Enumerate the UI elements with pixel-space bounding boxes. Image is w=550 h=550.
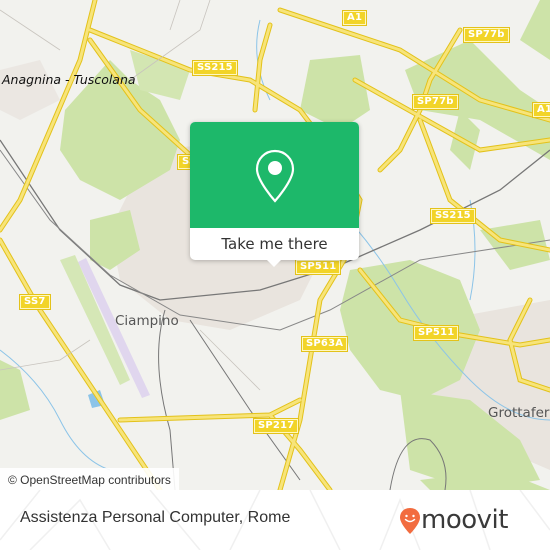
road-shield-sp77b: SP77b bbox=[463, 27, 510, 43]
popup-header bbox=[190, 122, 359, 228]
popup-pointer bbox=[265, 258, 283, 267]
road-shield-sp63a: SP63A bbox=[300, 336, 349, 352]
map-view[interactable]: Anagnina - Tuscolana Ciampino Grottaferr… bbox=[0, 0, 550, 490]
place-title: Assistenza Personal Computer, Rome bbox=[20, 509, 291, 526]
moovit-wordmark: moovit bbox=[421, 505, 508, 535]
footer-bar: Assistenza Personal Computer, Rome moovi… bbox=[0, 490, 550, 550]
road-shield-a1: A1 bbox=[341, 10, 368, 26]
minor-road bbox=[0, 9, 61, 51]
place-label-grottaferrata: Grottaferr bbox=[488, 405, 550, 421]
railway bbox=[158, 309, 176, 490]
park-area bbox=[520, 0, 550, 60]
urban-area bbox=[0, 60, 60, 120]
take-me-there-button[interactable]: Take me there bbox=[190, 228, 359, 260]
location-popup: Take me there bbox=[190, 122, 359, 267]
road-shield-sp511: SP511 bbox=[294, 259, 342, 275]
place-label-ciampino: Ciampino bbox=[115, 313, 179, 329]
road-shield-ss215: SS215 bbox=[192, 60, 238, 76]
road-shield-ss7: SS7 bbox=[19, 294, 51, 310]
moovit-smile-pin-icon bbox=[400, 508, 420, 534]
place-label-anagnina-tuscolana: Anagnina - Tuscolana bbox=[2, 72, 136, 87]
railway bbox=[189, 319, 301, 481]
park-area bbox=[340, 260, 480, 400]
minor-road bbox=[199, 329, 261, 391]
road-shield-sp217: SP217 bbox=[252, 418, 300, 434]
park-area bbox=[300, 55, 370, 130]
road-shield-sp77b: SP77b bbox=[412, 94, 459, 110]
map-attribution[interactable]: © OpenStreetMap contributors bbox=[0, 468, 179, 490]
road-shield-a1: A1 bbox=[531, 102, 550, 118]
road-shield-sp511: SP511 bbox=[412, 325, 460, 341]
road-shield-ss215: SS215 bbox=[430, 208, 476, 224]
minor-road bbox=[169, 0, 181, 31]
map-pin-icon bbox=[255, 149, 295, 203]
